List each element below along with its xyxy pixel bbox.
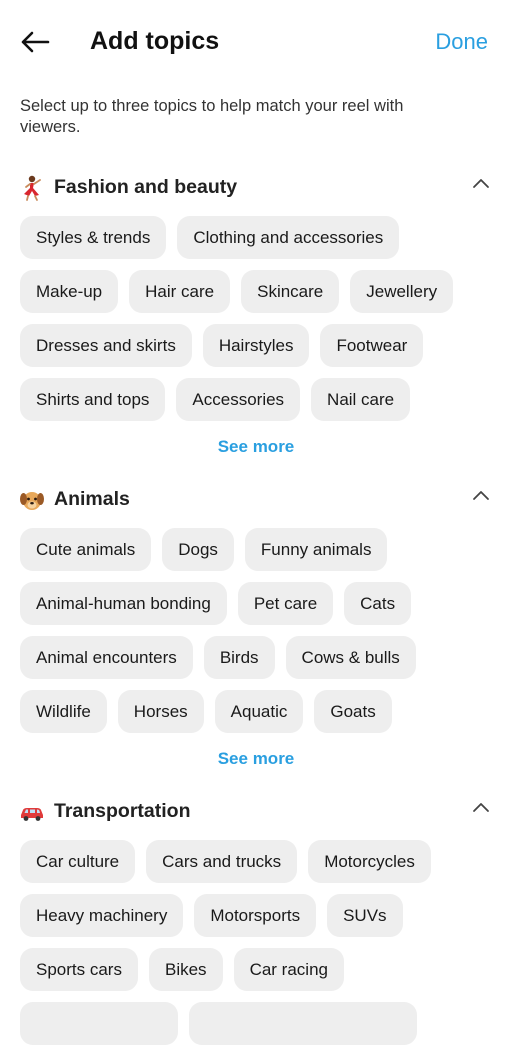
topic-chip-list: Cute animals Dogs Funny animals Animal-h… <box>0 528 490 733</box>
section-title: Animals <box>54 488 130 510</box>
topic-chip[interactable]: Motorsports <box>194 894 317 937</box>
topic-chip[interactable]: Cars and trucks <box>146 840 298 883</box>
see-more-button[interactable]: See more <box>0 435 512 459</box>
topic-chip[interactable]: Motorcycles <box>308 840 431 883</box>
topic-chip[interactable]: Birds <box>203 636 275 679</box>
topic-chip[interactable]: Funny animals <box>244 528 388 571</box>
top-bar: Add topics Done <box>0 0 512 84</box>
topic-chip[interactable]: Goats <box>314 690 392 733</box>
section-transportation: Transportation Car culture Cars and truc… <box>0 792 512 1045</box>
topic-chip[interactable]: Wildlife <box>20 690 107 733</box>
topic-chip[interactable]: Car culture <box>20 840 136 883</box>
section-title: Fashion and beauty <box>54 176 238 198</box>
topic-chip[interactable]: Aquatic <box>214 690 304 733</box>
topic-chip[interactable]: SUVs <box>327 894 403 937</box>
topic-chip[interactable]: Dresses and skirts <box>20 324 192 367</box>
topic-chip[interactable]: Accessories <box>176 378 301 421</box>
dancer-emoji-icon <box>18 174 46 202</box>
topic-chip[interactable]: Horses <box>117 690 204 733</box>
topic-chip[interactable]: Cats <box>344 582 412 625</box>
topic-chip-list: Car culture Cars and trucks Motorcycles … <box>0 840 490 1045</box>
section-animals: Animals Cute animals Dogs Funny animals … <box>0 480 512 771</box>
section-header: Animals <box>0 480 512 520</box>
section-header: Transportation <box>0 792 512 832</box>
page-title: Add topics <box>90 27 220 55</box>
chevron-up-icon[interactable] <box>470 486 492 506</box>
car-emoji-icon <box>18 798 46 826</box>
topic-chip[interactable]: Styles & trends <box>20 216 167 259</box>
section-header: Fashion and beauty <box>0 168 512 208</box>
topic-chip[interactable]: Shirts and tops <box>20 378 166 421</box>
topic-chip[interactable]: Dogs <box>162 528 234 571</box>
chevron-up-icon[interactable] <box>470 798 492 818</box>
dog-face-emoji-icon <box>18 486 46 514</box>
topic-chip[interactable]: Animal-human bonding <box>20 582 227 625</box>
topic-chip[interactable]: Skincare <box>241 270 340 313</box>
intro-text: Select up to three topics to help match … <box>20 97 404 136</box>
topic-chip[interactable]: Cute animals <box>20 528 152 571</box>
topic-chip[interactable]: Car racing <box>233 948 344 991</box>
topic-chip[interactable]: Make-up <box>20 270 119 313</box>
topic-chip-list: Styles & trends Clothing and accessories… <box>0 216 490 421</box>
topic-chip[interactable]: Bikes <box>148 948 223 991</box>
topic-chip[interactable]: Sports cars <box>20 948 138 991</box>
topic-chip[interactable]: Hair care <box>129 270 231 313</box>
back-arrow-icon[interactable] <box>18 26 52 58</box>
topic-chip[interactable]: Footwear <box>320 324 424 367</box>
see-more-button[interactable]: See more <box>0 747 512 771</box>
topic-chip[interactable]: Cows & bulls <box>285 636 416 679</box>
topic-chip[interactable]: Clothing and accessories <box>177 216 400 259</box>
topic-chip[interactable]: Jewellery <box>350 270 454 313</box>
topic-chip[interactable]: Nail care <box>311 378 411 421</box>
topic-chip[interactable]: Hairstyles <box>202 324 310 367</box>
topic-chip[interactable]: Animal encounters <box>20 636 193 679</box>
topic-chip[interactable]: Heavy machinery <box>20 894 184 937</box>
section-title: Transportation <box>54 800 191 822</box>
topic-chip[interactable]: Pet care <box>237 582 334 625</box>
done-button[interactable]: Done <box>435 26 488 58</box>
chevron-up-icon[interactable] <box>470 174 492 194</box>
section-fashion-and-beauty: Fashion and beauty Styles & trends Cloth… <box>0 168 512 459</box>
